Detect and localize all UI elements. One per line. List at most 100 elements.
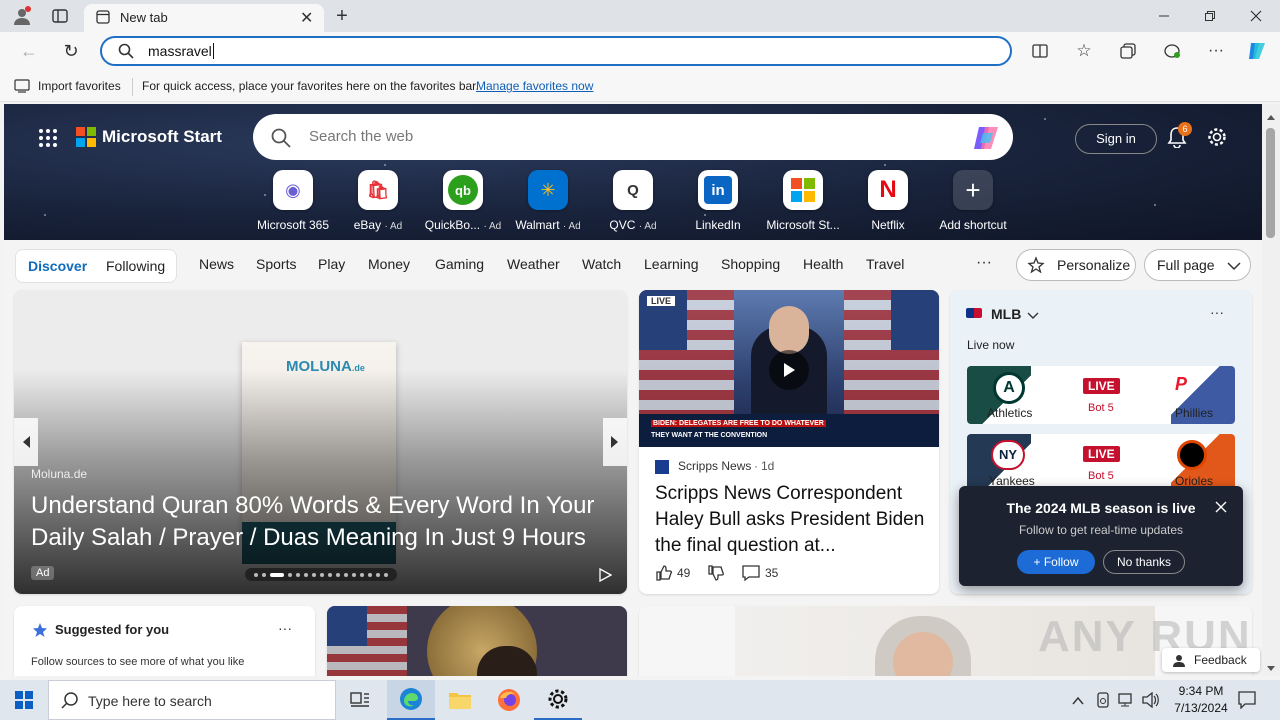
tab-new-tab[interactable]: New tab ✕ — [84, 4, 324, 32]
nav-money[interactable]: Money — [368, 256, 410, 272]
manage-favorites-link[interactable]: Manage favorites now — [476, 79, 593, 93]
carousel-dots[interactable] — [245, 568, 397, 581]
nav-play[interactable]: Play — [318, 256, 345, 272]
card-headline[interactable]: Understand Quran 80% Words & Every Word … — [31, 490, 611, 554]
settings-gear-icon[interactable] — [1206, 126, 1228, 153]
nav-more-button[interactable]: ··· — [976, 254, 992, 272]
popup-close-icon[interactable] — [1215, 500, 1227, 518]
tray-overflow-icon[interactable] — [1072, 693, 1084, 711]
start-button[interactable] — [0, 680, 48, 720]
scroll-down-arrow-icon[interactable] — [1266, 660, 1276, 678]
shortcut-netflix[interactable]: N Netflix — [848, 170, 928, 232]
scroll-up-arrow-icon[interactable] — [1266, 108, 1276, 126]
web-search-icon — [271, 128, 291, 153]
nav-weather[interactable]: Weather — [507, 256, 560, 272]
shortcut-walmart[interactable]: ✳ Walmart · Ad — [508, 170, 588, 232]
taskbar-settings-button[interactable] — [534, 680, 582, 720]
shortcut-microsoft-365[interactable]: ◉ Microsoft 365 — [253, 170, 333, 232]
more-options-icon[interactable]: ··· — [1204, 38, 1228, 64]
like-icon[interactable] — [655, 564, 673, 587]
volume-icon[interactable] — [1142, 691, 1160, 713]
dislike-icon[interactable] — [707, 564, 725, 587]
refresh-button[interactable]: ↻ — [58, 38, 84, 64]
taskbar-edge-button[interactable] — [387, 680, 435, 720]
comment-icon[interactable] — [741, 564, 761, 587]
page-scrollbar[interactable] — [1262, 104, 1280, 676]
network-icon[interactable] — [1118, 692, 1136, 713]
tab-actions-icon[interactable] — [48, 4, 72, 28]
taskbar-file-explorer-button[interactable] — [436, 680, 484, 720]
shortcut-ebay[interactable]: 🛍 eBay · Ad — [338, 170, 418, 232]
restore-button[interactable] — [1196, 4, 1224, 28]
tab-following[interactable]: Following — [106, 258, 165, 274]
nav-news[interactable]: News — [199, 256, 234, 272]
follow-button[interactable]: + Follow — [1017, 550, 1095, 574]
nav-watch[interactable]: Watch — [582, 256, 621, 272]
close-window-button[interactable] — [1242, 4, 1270, 28]
sign-in-button[interactable]: Sign in — [1075, 124, 1157, 154]
task-view-button[interactable] — [344, 680, 376, 720]
carousel-next-button[interactable] — [603, 418, 627, 466]
ebay-icon: 🛍 — [358, 170, 398, 210]
tab-close-icon[interactable]: ✕ — [300, 8, 313, 28]
personalize-label: Personalize — [1057, 257, 1131, 273]
import-favorites-button[interactable]: Import favorites — [38, 79, 121, 93]
collections-icon[interactable] — [1116, 38, 1140, 64]
mlb-chevron-down-icon[interactable] — [1027, 308, 1039, 326]
shortcut-label: LinkedIn — [695, 218, 741, 232]
shortcut-qvc[interactable]: Q QVC · Ad — [593, 170, 673, 232]
clock-time[interactable]: 9:34 PM — [1174, 684, 1228, 698]
taskbar-search-placeholder: Type here to search — [88, 693, 212, 709]
copilot-search-icon[interactable] — [971, 123, 1001, 158]
play-button[interactable] — [769, 350, 809, 390]
new-tab-button[interactable]: + — [330, 4, 354, 28]
full-page-dropdown[interactable]: Full page — [1144, 249, 1251, 281]
nav-travel[interactable]: Travel — [866, 256, 904, 272]
nav-shopping[interactable]: Shopping — [721, 256, 780, 272]
scrollbar-thumb[interactable] — [1266, 128, 1275, 238]
import-favorites-icon[interactable] — [14, 79, 30, 98]
taskbar-search-box[interactable]: Type here to search — [48, 680, 336, 720]
carousel-prev-button[interactable] — [14, 418, 38, 466]
web-search-box[interactable]: Search the web — [253, 114, 1013, 160]
no-thanks-button[interactable]: No thanks — [1103, 550, 1185, 574]
news-video-card[interactable]: LIVE BIDEN: DELEGATES ARE FREE TO DO WHA… — [639, 290, 939, 594]
game-row[interactable]: A Athletics LIVE Bot 5 P Phillies — [967, 366, 1235, 424]
taskbar-firefox-button[interactable] — [485, 680, 533, 720]
suggested-for-you-card: Suggested for you ··· Follow sources to … — [14, 606, 315, 676]
apps-launcher-icon[interactable] — [38, 128, 58, 153]
mlb-more-button[interactable]: ··· — [1210, 304, 1224, 320]
ad-choices-icon[interactable] — [598, 567, 613, 587]
notification-center-icon[interactable] — [1238, 691, 1256, 714]
shortcut-microsoft-store[interactable]: Microsoft St... — [763, 170, 843, 232]
shortcut-linkedin[interactable]: in LinkedIn — [678, 170, 758, 232]
back-button[interactable]: ← — [16, 38, 42, 64]
favorites-star-icon[interactable]: ☆ — [1072, 38, 1096, 64]
tray-device-icon[interactable] — [1096, 692, 1110, 713]
nav-sports[interactable]: Sports — [256, 256, 296, 272]
clock-date[interactable]: 7/13/2024 — [1168, 701, 1234, 715]
suggested-more-button[interactable]: ··· — [278, 620, 292, 636]
browser-essentials-icon[interactable] — [1160, 38, 1184, 64]
tab-discover[interactable]: Discover — [28, 258, 87, 274]
feedback-button[interactable]: Feedback — [1162, 648, 1260, 672]
mlb-title[interactable]: MLB — [991, 306, 1021, 322]
shortcut-quickbooks[interactable]: qb QuickBo... · Ad — [423, 170, 503, 232]
news-source[interactable]: Scripps News — [678, 459, 751, 473]
nav-gaming[interactable]: Gaming — [435, 256, 484, 272]
brand-title[interactable]: Microsoft Start — [102, 127, 222, 147]
profile-icon[interactable] — [10, 4, 34, 28]
nav-health[interactable]: Health — [803, 256, 843, 272]
address-input[interactable]: massravel — [148, 43, 214, 59]
nav-learning[interactable]: Learning — [644, 256, 699, 272]
news-title[interactable]: Scripps News Correspondent Haley Bull as… — [655, 481, 927, 559]
minimize-button[interactable] — [1150, 4, 1178, 28]
add-shortcut-button[interactable]: + Add shortcut — [933, 170, 1013, 232]
address-bar[interactable]: massravel — [100, 36, 1012, 66]
personalize-button[interactable]: Personalize — [1016, 249, 1136, 281]
copilot-icon[interactable] — [1244, 38, 1270, 64]
news-card-governor[interactable] — [327, 606, 627, 676]
featured-carousel-card[interactable]: MOLUNA.de Moluna.de Understand Quran 80%… — [14, 290, 627, 594]
split-screen-icon[interactable] — [1028, 38, 1052, 64]
game-row[interactable]: NY Yankees LIVE Bot 5 Orioles — [967, 434, 1235, 492]
